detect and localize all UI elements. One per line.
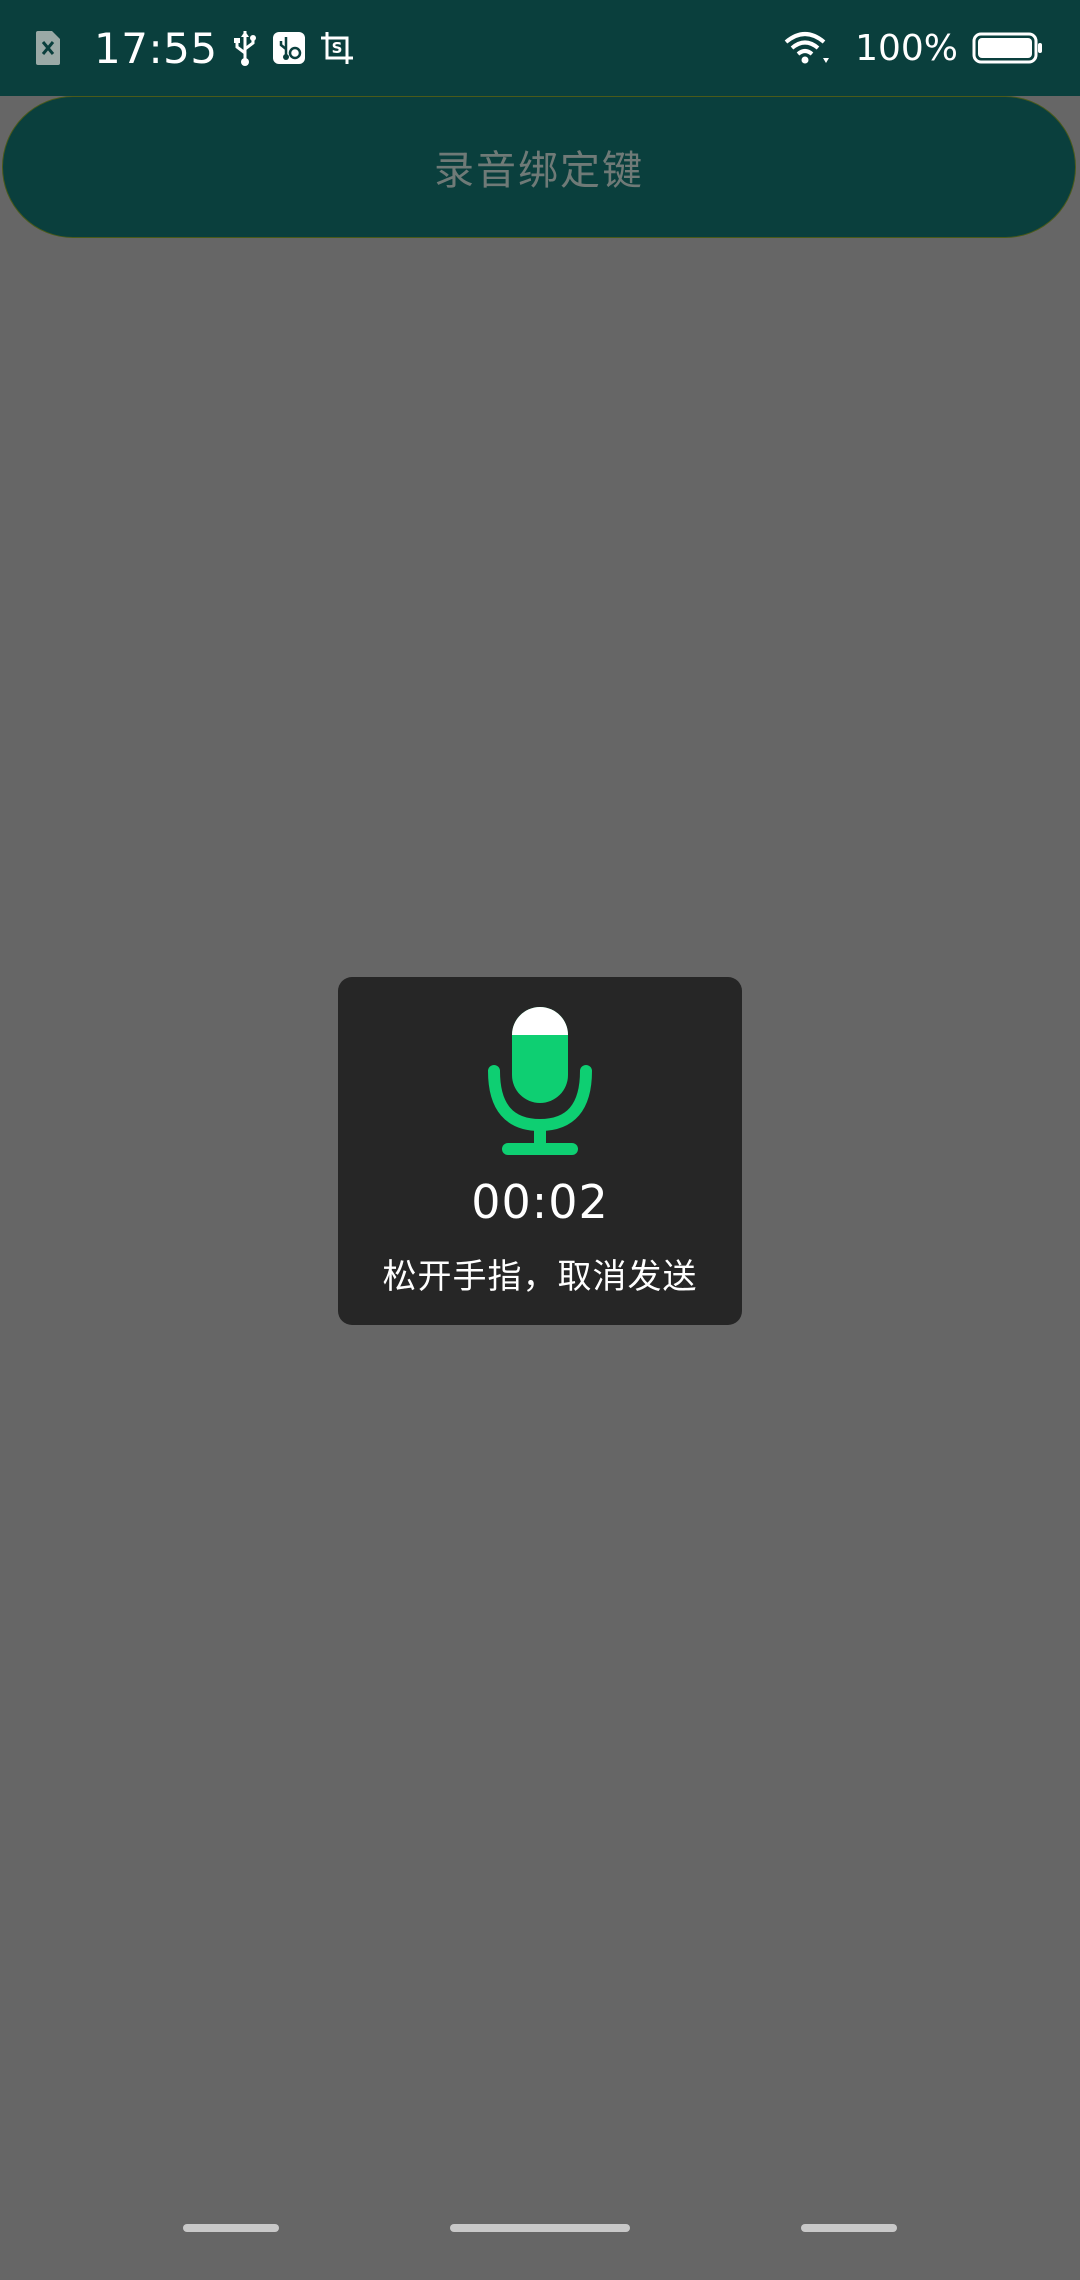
status-bar-right: 100% — [783, 0, 1044, 96]
microphone-icon — [488, 1007, 592, 1159]
recording-dialog: 00:02 松开手指，取消发送 — [338, 977, 742, 1325]
status-bar-left: 17:55 S — [34, 0, 368, 96]
usb-icon — [232, 29, 258, 67]
nav-home-pill[interactable] — [450, 2224, 630, 2232]
recording-timer: 00:02 — [471, 1175, 609, 1229]
record-bind-button-label: 录音绑定键 — [434, 148, 644, 194]
status-time: 17:55 — [94, 23, 218, 73]
status-bar: 17:55 S 100% — [0, 0, 1080, 96]
microphone-icon-wrap — [338, 1007, 742, 1159]
record-bind-button[interactable]: 录音绑定键 — [2, 96, 1076, 238]
wifi-icon — [783, 30, 831, 66]
battery-percent: 100% — [855, 27, 958, 69]
svg-text:S: S — [331, 39, 342, 57]
screenshot-icon: S — [320, 31, 354, 65]
battery-icon — [972, 32, 1044, 64]
cancel-hint: 松开手指，取消发送 — [382, 1257, 698, 1297]
usb-debug-icon — [272, 31, 306, 65]
screen: 17:55 S 100% 录音绑定键 00:02 松开手指，取消发送 — [0, 0, 1080, 2280]
navigation-bar — [0, 2224, 1080, 2244]
no-sim-icon — [34, 29, 62, 67]
nav-recents-pill[interactable] — [801, 2224, 897, 2232]
nav-back-pill[interactable] — [183, 2224, 279, 2232]
